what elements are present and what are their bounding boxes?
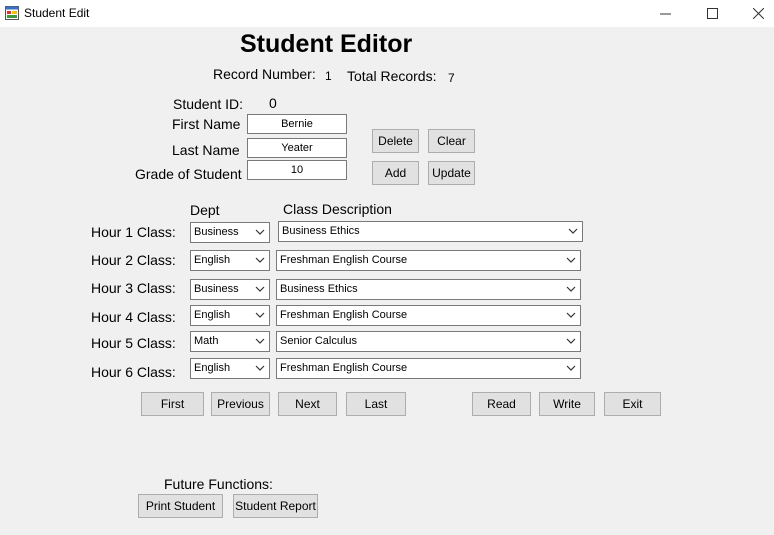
hour-2-desc-select[interactable]: Freshman English Course xyxy=(276,250,581,271)
chevron-down-icon xyxy=(568,228,578,234)
grade-field[interactable]: 10 xyxy=(247,160,347,180)
student-report-button[interactable]: Student Report xyxy=(233,494,318,518)
last-button[interactable]: Last xyxy=(346,392,406,416)
hour-3-dept-value: Business xyxy=(194,283,239,295)
chevron-down-icon xyxy=(566,338,576,344)
hour-1-dept-value: Business xyxy=(194,226,239,238)
hour-6-dept-select[interactable]: English xyxy=(190,358,270,379)
hour-1-label: Hour 1 Class: xyxy=(91,224,176,240)
hour-3-desc-select[interactable]: Business Ethics xyxy=(276,279,581,300)
write-button[interactable]: Write xyxy=(539,392,595,416)
previous-button[interactable]: Previous xyxy=(211,392,270,416)
student-id-label: Student ID: xyxy=(173,96,244,112)
chevron-down-icon xyxy=(255,338,265,344)
hour-3-label: Hour 3 Class: xyxy=(91,280,176,296)
minimize-icon xyxy=(660,13,671,15)
delete-button[interactable]: Delete xyxy=(372,129,419,153)
total-records-label: Total Records: xyxy=(347,68,437,84)
hour-4-label: Hour 4 Class: xyxy=(91,309,176,325)
exit-button[interactable]: Exit xyxy=(604,392,661,416)
record-number-value: 1 xyxy=(325,69,332,83)
chevron-down-icon xyxy=(566,365,576,371)
total-records-value: 7 xyxy=(448,71,455,85)
hour-2-dept-select[interactable]: English xyxy=(190,250,270,271)
close-icon xyxy=(753,8,764,19)
hour-4-dept-value: English xyxy=(194,309,231,321)
record-number-label: Record Number: xyxy=(213,66,316,82)
chevron-down-icon xyxy=(255,286,265,292)
chevron-down-icon xyxy=(255,365,265,371)
chevron-down-icon xyxy=(255,312,265,318)
hour-4-desc-select[interactable]: Freshman English Course xyxy=(276,305,581,326)
hour-5-label: Hour 5 Class: xyxy=(91,335,176,351)
read-button[interactable]: Read xyxy=(472,392,531,416)
hour-6-desc-select[interactable]: Freshman English Course xyxy=(276,358,581,379)
chevron-down-icon xyxy=(566,257,576,263)
first-name-label: First Name xyxy=(172,116,241,132)
update-button[interactable]: Update xyxy=(428,161,475,185)
hour-6-label: Hour 6 Class: xyxy=(91,364,176,380)
page-title: Student Editor xyxy=(240,30,413,58)
hour-5-desc-value: Senior Calculus xyxy=(280,335,358,347)
hour-1-dept-select[interactable]: Business xyxy=(190,222,270,243)
chevron-down-icon xyxy=(566,312,576,318)
hour-2-dept-value: English xyxy=(194,254,231,266)
first-name-field[interactable]: Bernie xyxy=(247,114,347,134)
hour-4-dept-select[interactable]: English xyxy=(190,305,270,326)
class-description-header: Class Description xyxy=(283,201,392,217)
maximize-icon xyxy=(707,8,718,19)
app-form-icon xyxy=(5,6,19,20)
window-title: Student Edit xyxy=(24,6,90,20)
hour-6-dept-value: English xyxy=(194,362,231,374)
last-name-field[interactable]: Yeater xyxy=(247,138,347,158)
student-id-value: 0 xyxy=(269,95,277,111)
hour-1-desc-select[interactable]: Business Ethics xyxy=(278,221,583,242)
hour-2-label: Hour 2 Class: xyxy=(91,252,176,268)
hour-3-dept-select[interactable]: Business xyxy=(190,279,270,300)
hour-5-desc-select[interactable]: Senior Calculus xyxy=(276,331,581,352)
chevron-down-icon xyxy=(566,286,576,292)
hour-1-desc-value: Business Ethics xyxy=(282,225,360,237)
hour-5-dept-value: Math xyxy=(194,335,219,347)
maximize-button[interactable] xyxy=(690,0,735,27)
minimize-button[interactable] xyxy=(643,0,688,27)
first-button[interactable]: First xyxy=(141,392,204,416)
hour-4-desc-value: Freshman English Course xyxy=(280,309,408,321)
close-button[interactable] xyxy=(736,0,774,27)
hour-2-desc-value: Freshman English Course xyxy=(280,254,408,266)
chevron-down-icon xyxy=(255,257,265,263)
dept-header: Dept xyxy=(190,202,220,218)
grade-label: Grade of Student xyxy=(135,166,242,182)
add-button[interactable]: Add xyxy=(372,161,419,185)
hour-6-desc-value: Freshman English Course xyxy=(280,362,408,374)
hour-3-desc-value: Business Ethics xyxy=(280,283,358,295)
chevron-down-icon xyxy=(255,229,265,235)
future-functions-label: Future Functions: xyxy=(164,476,273,492)
last-name-label: Last Name xyxy=(172,142,240,158)
print-student-button[interactable]: Print Student xyxy=(138,494,223,518)
next-button[interactable]: Next xyxy=(278,392,337,416)
hour-5-dept-select[interactable]: Math xyxy=(190,331,270,352)
clear-button[interactable]: Clear xyxy=(428,129,475,153)
window-titlebar: Student Edit xyxy=(0,0,774,27)
